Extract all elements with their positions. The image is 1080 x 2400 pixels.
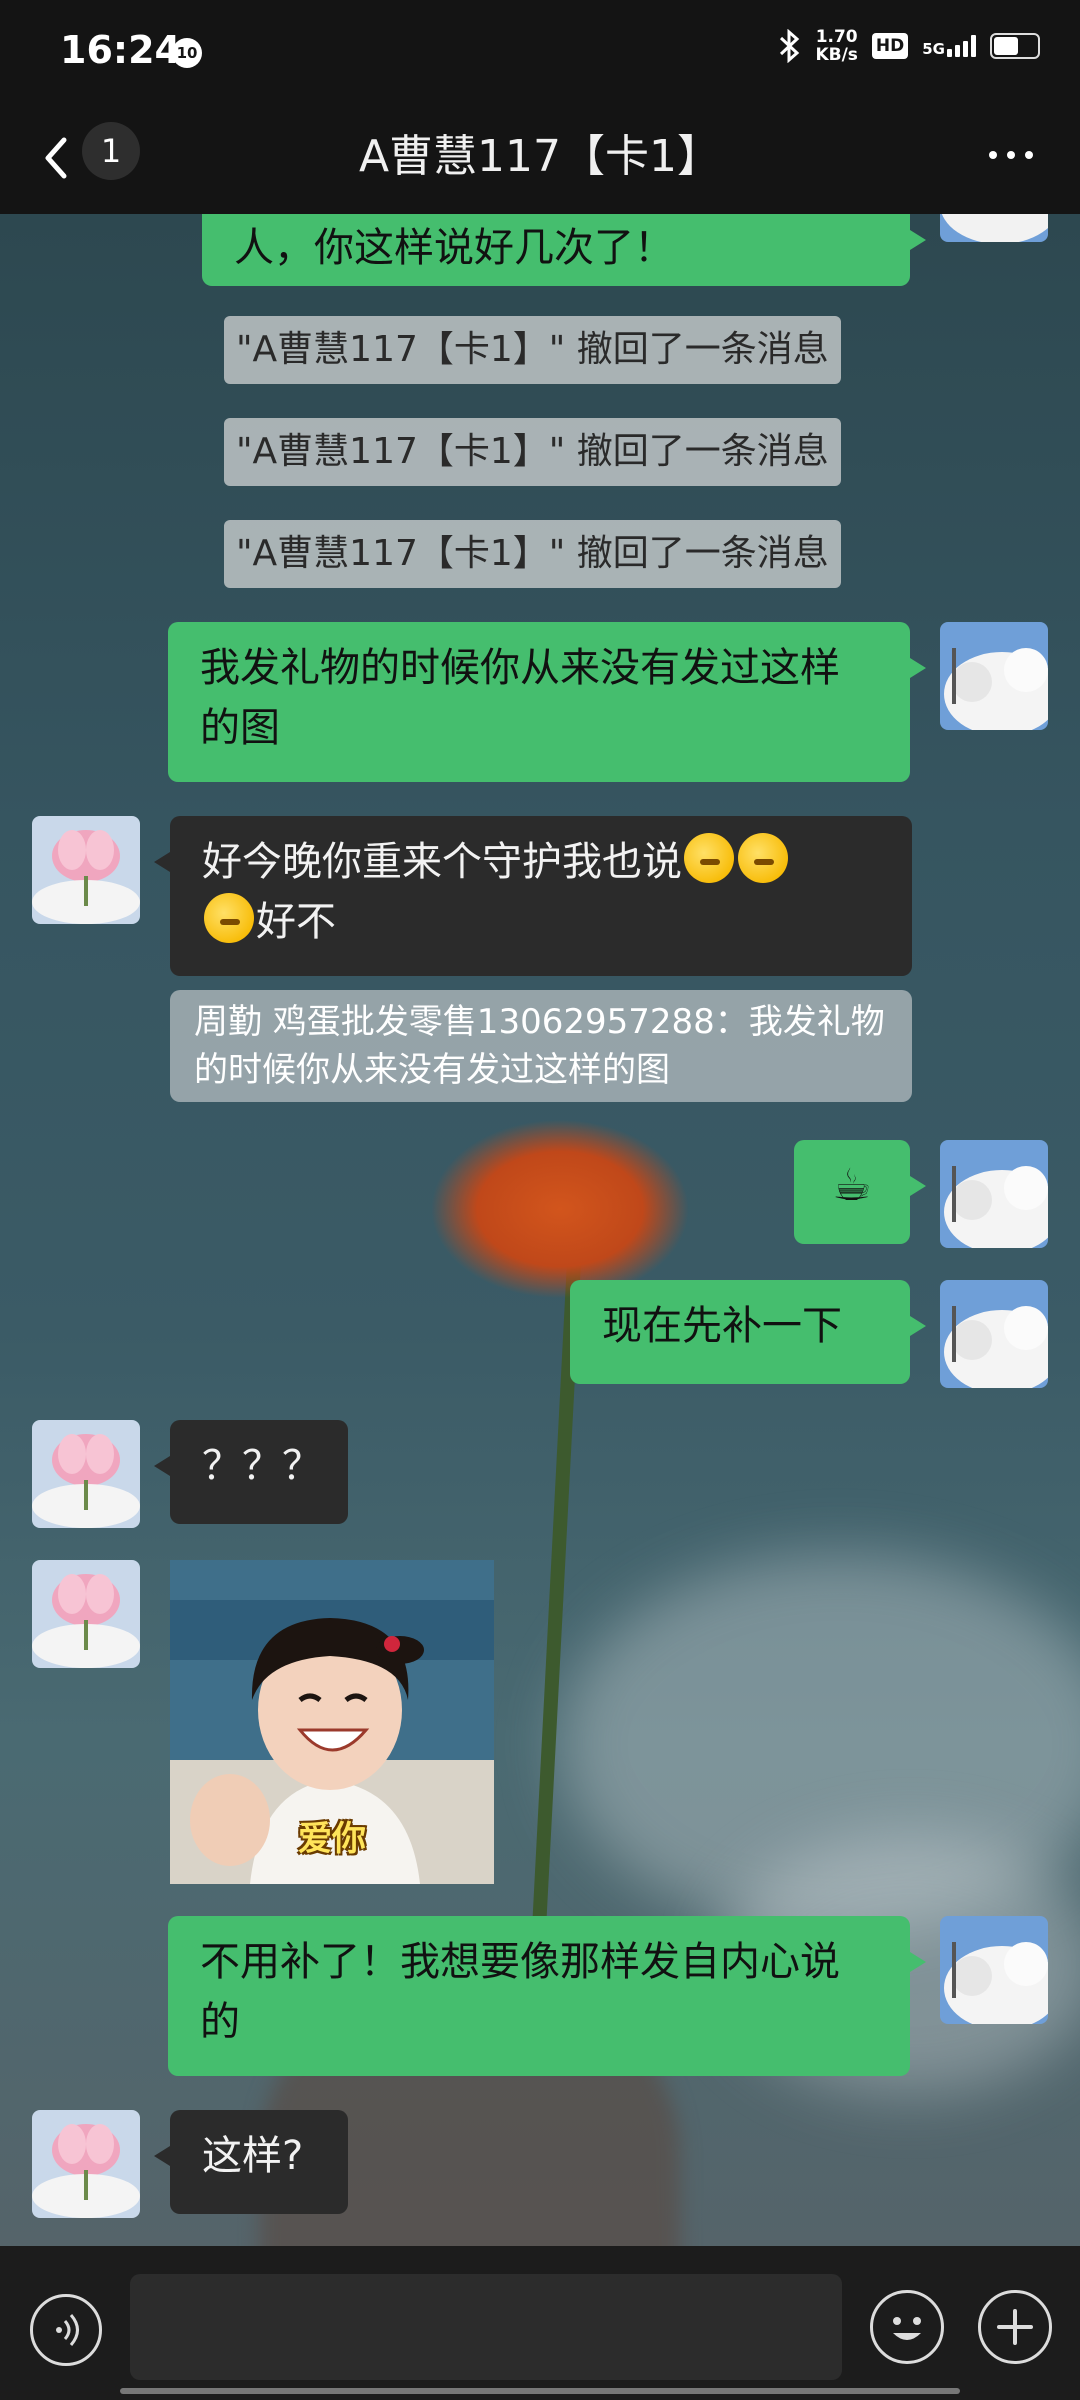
net-speed: 1.70 KB/s <box>815 28 857 64</box>
chat-title: A曹慧117【卡1】 <box>358 131 722 182</box>
message-text: 人，你这样说好几次了！ <box>234 225 674 271</box>
net-speed-unit: KB/s <box>815 45 858 65</box>
my-avatar[interactable] <box>940 1140 1048 1248</box>
contact-avatar[interactable] <box>32 1420 140 1528</box>
contact-avatar[interactable] <box>32 2110 140 2218</box>
voice-icon <box>56 2314 79 2346</box>
my-avatar[interactable] <box>940 1280 1048 1388</box>
signal-group: 5G <box>922 35 976 57</box>
voice-button[interactable] <box>30 2294 102 2366</box>
plus-icon <box>997 2309 1033 2345</box>
my-avatar[interactable] <box>940 214 1048 242</box>
thinking-emoji-icon <box>204 893 254 943</box>
message-outgoing[interactable]: 我发礼物的时候你从来没有发过这样的图 <box>168 622 926 782</box>
thinking-emoji-icon <box>738 833 788 883</box>
more-button[interactable] <box>976 130 1046 180</box>
photo-caption: 爱你 <box>298 1819 366 1859</box>
background-flower <box>430 1119 690 1299</box>
recall-notice: "A曹慧117【卡1】" 撤回了一条消息 <box>224 418 841 486</box>
network-type: 5G <box>922 40 945 58</box>
notification-badge: 10 <box>172 38 202 68</box>
more-dots-icon <box>989 151 997 159</box>
message-text: 现在先补一下 <box>602 1303 842 1349</box>
contact-avatar[interactable] <box>32 816 140 924</box>
message-text-tail: 好不 <box>256 899 336 945</box>
bluetooth-icon <box>779 29 801 63</box>
navigation-indicator[interactable] <box>120 2388 960 2394</box>
battery-icon <box>990 33 1040 59</box>
emoji-button[interactable] <box>870 2290 944 2364</box>
message-text: 这样? <box>202 2133 304 2179</box>
coffee-cup-icon: ☕ <box>832 1160 872 1211</box>
message-incoming[interactable]: ？？？ <box>154 1420 348 1524</box>
input-bar <box>0 2246 1080 2400</box>
chat-header: A曹慧117【卡1】 <box>0 100 1080 214</box>
emoji-icon <box>893 2317 921 2340</box>
status-bar: 16:24 10 1.70 KB/s HD 5G <box>0 0 1080 100</box>
status-time: 16:24 <box>60 28 181 72</box>
message-incoming[interactable]: 好今晚你重来个守护我也说好不 <box>154 816 912 976</box>
thinking-emoji-icon <box>684 833 734 883</box>
plus-button[interactable] <box>978 2290 1052 2364</box>
message-text: 不用补了！我想要像那样发自内心说的 <box>200 1939 840 2045</box>
net-speed-value: 1.70 <box>815 27 858 47</box>
message-outgoing[interactable]: 现在先补一下 <box>570 1280 926 1384</box>
image-message[interactable]: 爱你 <box>170 1560 494 1884</box>
my-avatar[interactable] <box>940 1916 1048 2024</box>
hd-badge: HD <box>871 33 909 59</box>
message-text: 我发礼物的时候你从来没有发过这样的图 <box>200 645 840 751</box>
message-incoming[interactable]: 这样? <box>154 2110 348 2214</box>
status-icons: 1.70 KB/s HD 5G <box>779 28 1040 64</box>
quoted-message[interactable]: 周勤 鸡蛋批发零售13062957288：我发礼物的时候你从来没有发过这样的图 <box>170 990 912 1102</box>
message-outgoing[interactable]: 人，你这样说好几次了！ <box>202 214 926 286</box>
my-avatar[interactable] <box>940 622 1048 730</box>
chat-area[interactable]: 人，你这样说好几次了！ "A曹慧117【卡1】" 撤回了一条消息 "A曹慧117… <box>0 214 1080 2246</box>
message-text: 好今晚你重来个守护我也说 <box>202 839 682 885</box>
message-outgoing[interactable]: 不用补了！我想要像那样发自内心说的 <box>168 1916 926 2076</box>
message-input[interactable] <box>130 2274 842 2380</box>
unread-count[interactable]: 1 <box>82 122 140 180</box>
recall-notice: "A曹慧117【卡1】" 撤回了一条消息 <box>224 520 841 588</box>
contact-avatar[interactable] <box>32 1560 140 1668</box>
message-text: ？？？ <box>202 1443 322 1489</box>
signal-icon <box>947 35 976 57</box>
recall-notice: "A曹慧117【卡1】" 撤回了一条消息 <box>224 316 841 384</box>
message-outgoing[interactable]: ☕ <box>794 1140 926 1244</box>
